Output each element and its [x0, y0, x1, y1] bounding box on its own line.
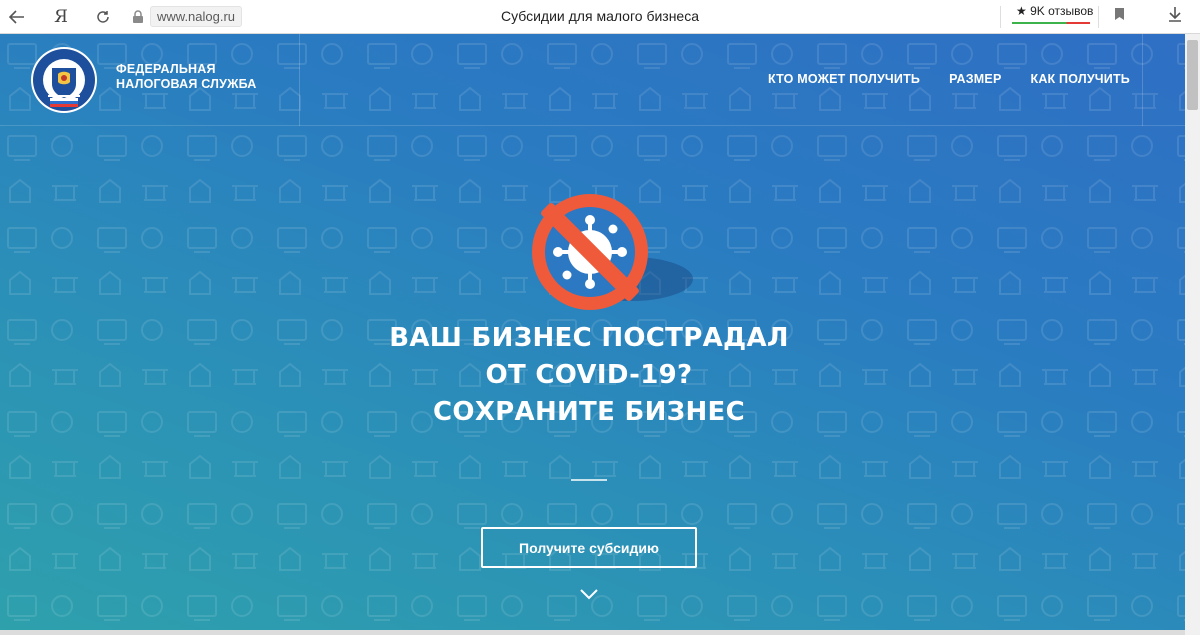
url-text[interactable]: www.nalog.ru [150, 6, 243, 27]
scrollbar-thumb[interactable] [1187, 40, 1198, 110]
lock-icon [128, 7, 148, 27]
headline-line: ВАШ БИЗНЕС ПОСТРАДАЛ [389, 323, 789, 353]
menu-item-how-to-get[interactable]: КАК ПОЛУЧИТЬ [1031, 72, 1131, 86]
back-button[interactable] [2, 2, 32, 32]
header-divider [299, 34, 300, 126]
address-bar[interactable]: www.nalog.ru [128, 5, 243, 29]
download-icon[interactable] [1168, 6, 1182, 27]
menu-item-who-can-get[interactable]: КТО МОЖЕТ ПОЛУЧИТЬ [768, 72, 920, 86]
site-header: ФЕДЕРАЛЬНАЯ НАЛОГОВАЯ СЛУЖБА КТО МОЖЕТ П… [0, 34, 1185, 126]
fns-logo[interactable] [30, 46, 98, 114]
main-menu: КТО МОЖЕТ ПОЛУЧИТЬ РАЗМЕР КАК ПОЛУЧИТЬ [768, 72, 1130, 86]
toolbar-divider [1000, 6, 1001, 28]
arrow-left-icon [9, 9, 24, 24]
header-divider [1142, 34, 1143, 126]
chevron-down-icon[interactable] [579, 587, 599, 605]
bottom-strip [0, 630, 1185, 635]
reviews-rating-bar [1012, 22, 1090, 24]
brand-line: ФЕДЕРАЛЬНАЯ [116, 62, 216, 76]
page-scrollbar[interactable] [1185, 34, 1200, 635]
no-virus-icon [532, 194, 693, 310]
brand-line: НАЛОГОВАЯ СЛУЖБА [116, 77, 257, 91]
get-subsidy-button[interactable]: Получите субсидию [481, 527, 697, 568]
hero-headline: ВАШ БИЗНЕС ПОСТРАДАЛ ОТ COVID-19? СОХРАН… [0, 320, 1178, 431]
reload-button[interactable] [88, 2, 118, 32]
hero-divider [571, 479, 607, 481]
toolbar-divider [1098, 6, 1099, 28]
bookmark-icon[interactable] [1114, 7, 1125, 26]
reload-icon [97, 10, 109, 23]
menu-item-amount[interactable]: РАЗМЕР [949, 72, 1001, 86]
headline-line: СОХРАНИТЕ БИЗНЕС [433, 397, 745, 427]
headline-line: ОТ COVID-19? [485, 360, 693, 390]
hero-section: ФЕДЕРАЛЬНАЯ НАЛОГОВАЯ СЛУЖБА КТО МОЖЕТ П… [0, 34, 1185, 635]
yandex-button[interactable]: Я [46, 2, 76, 32]
brand-name[interactable]: ФЕДЕРАЛЬНАЯ НАЛОГОВАЯ СЛУЖБА [116, 62, 257, 92]
